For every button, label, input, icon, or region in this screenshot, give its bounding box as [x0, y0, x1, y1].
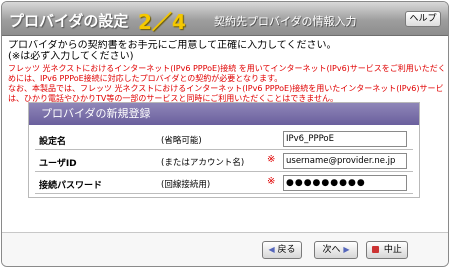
- back-label: 戻る: [277, 245, 296, 255]
- wizard-window: プロバイダの設定 2／4 契約先プロバイダの情報入力 ヘルプ プロバイダからの契…: [1, 1, 449, 267]
- setting-name-label: 設定名: [39, 137, 67, 147]
- next-button[interactable]: 次へ ▶: [314, 241, 358, 259]
- user-id-hint: (またはアカウント名): [161, 158, 245, 168]
- row-setting-name: 設定名 (省略可能): [35, 128, 413, 150]
- row-user-id: ユーザID (またはアカウント名) ※: [35, 150, 413, 172]
- left-arrow-icon: ◀: [268, 245, 275, 254]
- password-required-mark: ※: [267, 176, 276, 187]
- next-label: 次へ: [322, 245, 341, 255]
- intro-text: プロバイダからの契約書をお手元にご用意して正確に入力してください。 (※は必ず入…: [8, 40, 444, 62]
- stop-icon: [372, 246, 380, 253]
- password-hint: (回線接続用): [161, 180, 211, 190]
- ipv6-notes: フレッツ 光ネクストにおけるインターネット(IPv6 PPPoE)接続 を用いて…: [8, 64, 444, 104]
- section-title: プロバイダの新規登録: [29, 103, 419, 125]
- notes-line-2: めには、IPv6 PPPoE接続に対応したプロバイダとの契約が必要となります。: [8, 74, 283, 83]
- row-password: 接続パスワード (回線接続用) ※: [35, 172, 413, 194]
- password-input[interactable]: [283, 175, 407, 191]
- user-id-input[interactable]: [283, 153, 407, 169]
- help-button[interactable]: ヘルプ: [405, 11, 441, 27]
- intro-line-1: プロバイダからの契約書をお手元にご用意して正確に入力してください。: [8, 40, 337, 51]
- page-title: プロバイダの設定: [9, 12, 129, 30]
- required-note: (※は必ず入力してください): [8, 51, 134, 62]
- cancel-label: 中止: [383, 245, 402, 255]
- title-bar: プロバイダの設定 2／4 契約先プロバイダの情報入力 ヘルプ: [2, 2, 448, 36]
- setting-name-input[interactable]: [283, 131, 407, 147]
- footer-bar: ◀ 戻る 次へ ▶ 中止: [2, 232, 448, 266]
- step-indicator: 2／4: [138, 10, 186, 34]
- notes-line-3: なお、本製品では、フレッツ 光ネクストにおけるインターネット(IPv6 PPPo…: [8, 84, 444, 93]
- password-label: 接続パスワード: [39, 181, 103, 191]
- provider-registration-panel: プロバイダの新規登録 設定名 (省略可能) ユーザID (またはアカウント名) …: [28, 102, 420, 198]
- notes-line-1: フレッツ 光ネクストにおけるインターネット(IPv6 PPPoE)接続 を用いて…: [8, 64, 444, 73]
- page-subtitle: 契約先プロバイダの情報入力: [214, 15, 357, 28]
- setting-name-hint: (省略可能): [161, 136, 202, 146]
- user-id-required-mark: ※: [267, 154, 276, 165]
- right-arrow-icon: ▶: [343, 245, 350, 254]
- cancel-button[interactable]: 中止: [366, 241, 408, 259]
- user-id-label: ユーザID: [39, 159, 77, 169]
- back-button[interactable]: ◀ 戻る: [262, 241, 302, 259]
